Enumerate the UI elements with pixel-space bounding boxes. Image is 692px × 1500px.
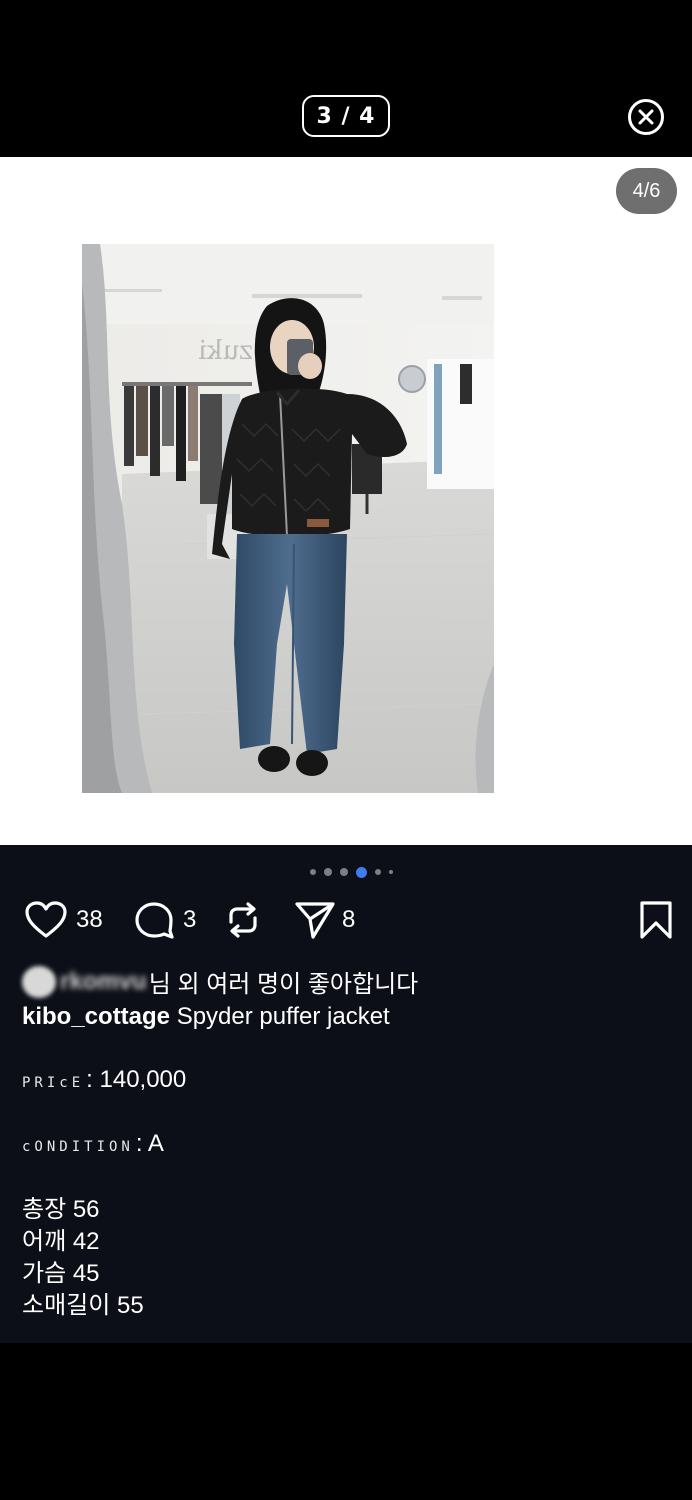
caption-username[interactable]: kibo_cottage (22, 1003, 170, 1030)
carousel-dots (0, 866, 692, 878)
caption-title: Spyder puffer jacket (176, 1003, 390, 1030)
carousel-dot (339, 868, 348, 876)
size-list: 총장 56 어깨 42 가슴 45 소매길이 55 (22, 1194, 144, 1322)
repost-icon (229, 902, 257, 938)
size-total-length: 총장 56 (22, 1196, 100, 1223)
condition-label: cONDITION (22, 1139, 134, 1155)
carousel-dot (374, 869, 381, 875)
viewer-bottom-area (0, 1343, 692, 1500)
post-caption: kibo_cottage Spyder puffer jacket (22, 1003, 390, 1031)
save-button[interactable] (638, 900, 674, 940)
condition-value: : A (135, 1130, 164, 1157)
mirror-selfie-illustration: sozuki (82, 244, 494, 793)
price-row: PRIcE : 140,000 (22, 1066, 186, 1094)
post-photo[interactable]: sozuki (82, 244, 494, 793)
comment-button[interactable]: 3 (133, 900, 196, 940)
condition-row: cONDITION : A (22, 1130, 164, 1158)
heart-icon (25, 901, 67, 938)
photo-count-badge: 4/6 (616, 168, 677, 214)
size-shoulder: 어깨 42 (22, 1228, 100, 1255)
comment-count: 3 (183, 906, 197, 933)
carousel-dot (388, 870, 393, 874)
send-icon (295, 902, 335, 939)
carousel-dot (323, 868, 332, 876)
carousel-dot (309, 869, 316, 875)
comment-icon (135, 902, 174, 939)
price-value: : 140,000 (86, 1066, 187, 1093)
liked-by-line[interactable]: rkomvu 님 외 여러 명이 좋아합니다 (22, 964, 418, 999)
post-actions: 38 3 8 (0, 900, 692, 940)
like-button[interactable]: 38 (24, 900, 103, 940)
bookmark-icon (640, 901, 672, 939)
repost-button[interactable] (223, 900, 263, 940)
share-count: 8 (342, 906, 356, 933)
carousel-dot-active (355, 866, 367, 878)
price-label: PRIcE (22, 1075, 85, 1091)
share-button[interactable]: 8 (294, 900, 355, 940)
close-button[interactable] (628, 99, 664, 135)
liked-by-username: rkomvu (60, 967, 147, 995)
liked-by-text: 님 외 여러 명이 좋아합니다 (148, 971, 419, 998)
like-count: 38 (76, 906, 103, 933)
close-icon (638, 109, 654, 125)
avatar (22, 965, 56, 998)
image-counter: 3 / 4 (302, 95, 390, 137)
size-sleeve: 소매길이 55 (22, 1292, 144, 1319)
size-chest: 가슴 45 (22, 1260, 100, 1287)
